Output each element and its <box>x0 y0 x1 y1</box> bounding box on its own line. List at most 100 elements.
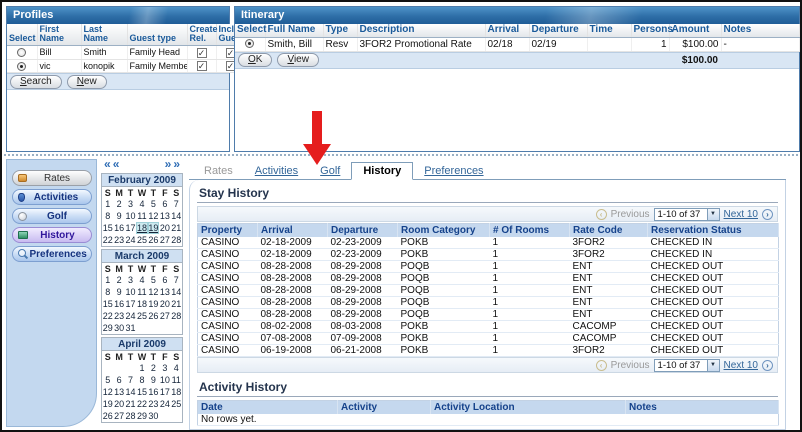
previous-label[interactable]: Previous <box>611 209 650 220</box>
select-radio[interactable] <box>17 48 26 57</box>
calendar-day[interactable]: 30 <box>148 410 159 422</box>
next-icon[interactable]: › <box>762 209 773 220</box>
next-icon[interactable]: › <box>762 360 773 371</box>
next-link[interactable]: Next 10 <box>724 209 758 220</box>
calendar-day[interactable]: 3 <box>125 274 136 286</box>
create-rel-checkbox[interactable] <box>197 48 207 58</box>
calendar-day[interactable]: 17 <box>125 222 136 234</box>
calendar-day[interactable]: 15 <box>102 222 113 234</box>
calendar-day[interactable]: 1 <box>136 362 147 374</box>
dropdown-arrow-icon[interactable]: ▼ <box>707 360 719 371</box>
calendar-day[interactable]: 22 <box>102 310 113 322</box>
create-rel-checkbox[interactable] <box>197 61 207 71</box>
calendar-day[interactable]: 8 <box>102 286 113 298</box>
calendar-day[interactable]: 18 <box>171 386 182 398</box>
range-dropdown[interactable]: 1-10 of 37 ▼ <box>654 208 720 221</box>
calendar-day[interactable]: 13 <box>159 286 170 298</box>
calendar-day[interactable]: 19 <box>102 398 113 410</box>
calendar-day[interactable]: 13 <box>159 210 170 222</box>
calendar-day[interactable]: 20 <box>159 222 170 234</box>
select-radio[interactable] <box>17 62 26 71</box>
calendar-day[interactable]: 1 <box>102 274 113 286</box>
calendar-day[interactable]: 28 <box>125 410 136 422</box>
calendar-day[interactable]: 4 <box>171 362 182 374</box>
calendar-day[interactable]: 2 <box>113 198 124 210</box>
calendar-day[interactable]: 6 <box>159 198 170 210</box>
calendar-day[interactable]: 6 <box>159 274 170 286</box>
tab-activities[interactable]: Activities <box>244 163 309 179</box>
calendar-day[interactable]: 10 <box>125 210 136 222</box>
calendar-day[interactable]: 27 <box>159 310 170 322</box>
calendar-day[interactable]: 16 <box>113 298 124 310</box>
calendar-prev-icon[interactable]: « <box>113 157 120 171</box>
tab-golf[interactable]: Golf <box>309 163 351 179</box>
calendar-day[interactable]: 5 <box>148 274 159 286</box>
calendar-day[interactable]: 18 <box>136 298 147 310</box>
sidebar-item-activities[interactable]: Activities <box>12 189 92 205</box>
calendar-day[interactable]: 16 <box>113 222 124 234</box>
calendar-day[interactable]: 8 <box>102 210 113 222</box>
calendar-day[interactable]: 26 <box>102 410 113 422</box>
calendar-next-icon[interactable]: » <box>173 157 180 171</box>
itinerary-select-radio[interactable] <box>245 39 254 48</box>
calendar-day[interactable]: 18 <box>136 222 147 234</box>
sidebar-item-rates[interactable]: Rates <box>12 170 92 186</box>
previous-label[interactable]: Previous <box>611 360 650 371</box>
sidebar-item-preferences[interactable]: Preferences <box>12 246 92 262</box>
next-link[interactable]: Next 10 <box>724 360 758 371</box>
calendar-day[interactable]: 15 <box>136 386 147 398</box>
new-button[interactable]: New <box>67 75 107 89</box>
calendar-day[interactable]: 4 <box>136 198 147 210</box>
calendar-day[interactable]: 19 <box>148 222 159 234</box>
calendar-day[interactable]: 6 <box>113 374 124 386</box>
search-button[interactable]: Search <box>10 75 62 89</box>
calendar-day[interactable]: 21 <box>125 398 136 410</box>
calendar-day[interactable]: 13 <box>113 386 124 398</box>
previous-icon[interactable]: ‹ <box>596 360 607 371</box>
calendar-day[interactable]: 11 <box>171 374 182 386</box>
tab-history[interactable]: History <box>351 162 413 180</box>
calendar-day[interactable]: 25 <box>136 234 147 246</box>
sidebar-item-golf[interactable]: Golf <box>12 208 92 224</box>
calendar-day[interactable]: 7 <box>171 198 182 210</box>
calendar-day[interactable]: 17 <box>159 386 170 398</box>
calendar-day[interactable]: 7 <box>171 274 182 286</box>
calendar-day[interactable]: 30 <box>113 322 124 334</box>
calendar-day[interactable]: 12 <box>148 210 159 222</box>
calendar-day[interactable]: 24 <box>125 310 136 322</box>
calendar-day[interactable]: 5 <box>102 374 113 386</box>
view-button[interactable]: View <box>277 53 319 67</box>
calendar-day[interactable]: 8 <box>136 374 147 386</box>
calendar-day[interactable]: 5 <box>148 198 159 210</box>
calendar-day[interactable]: 23 <box>113 234 124 246</box>
calendar-day[interactable]: 17 <box>125 298 136 310</box>
calendar-day[interactable]: 9 <box>113 286 124 298</box>
calendar-day[interactable]: 26 <box>148 234 159 246</box>
calendar-day[interactable]: 12 <box>148 286 159 298</box>
calendar-day[interactable]: 29 <box>136 410 147 422</box>
calendar-day[interactable]: 24 <box>159 398 170 410</box>
calendar-day[interactable]: 21 <box>171 222 182 234</box>
calendar-day[interactable]: 21 <box>171 298 182 310</box>
calendar-day[interactable]: 3 <box>125 198 136 210</box>
previous-icon[interactable]: ‹ <box>596 209 607 220</box>
calendar-day[interactable]: 11 <box>136 286 147 298</box>
calendar-day[interactable]: 15 <box>102 298 113 310</box>
calendar-day[interactable]: 9 <box>148 374 159 386</box>
dropdown-arrow-icon[interactable]: ▼ <box>707 209 719 220</box>
calendar-day[interactable]: 3 <box>159 362 170 374</box>
sidebar-item-history[interactable]: History <box>12 227 92 243</box>
calendar-day[interactable]: 2 <box>148 362 159 374</box>
calendar-day[interactable]: 10 <box>125 286 136 298</box>
calendar-day[interactable]: 10 <box>159 374 170 386</box>
calendar-prev-icon[interactable]: « <box>104 157 111 171</box>
calendar-day[interactable]: 4 <box>136 274 147 286</box>
calendar-day[interactable]: 29 <box>102 322 113 334</box>
calendar-day[interactable]: 16 <box>148 386 159 398</box>
calendar-day[interactable]: 27 <box>159 234 170 246</box>
calendar-day[interactable]: 14 <box>171 286 182 298</box>
calendar-day[interactable]: 31 <box>125 322 136 334</box>
calendar-day[interactable]: 1 <box>102 198 113 210</box>
calendar-day[interactable]: 28 <box>171 310 182 322</box>
calendar-day[interactable]: 22 <box>102 234 113 246</box>
